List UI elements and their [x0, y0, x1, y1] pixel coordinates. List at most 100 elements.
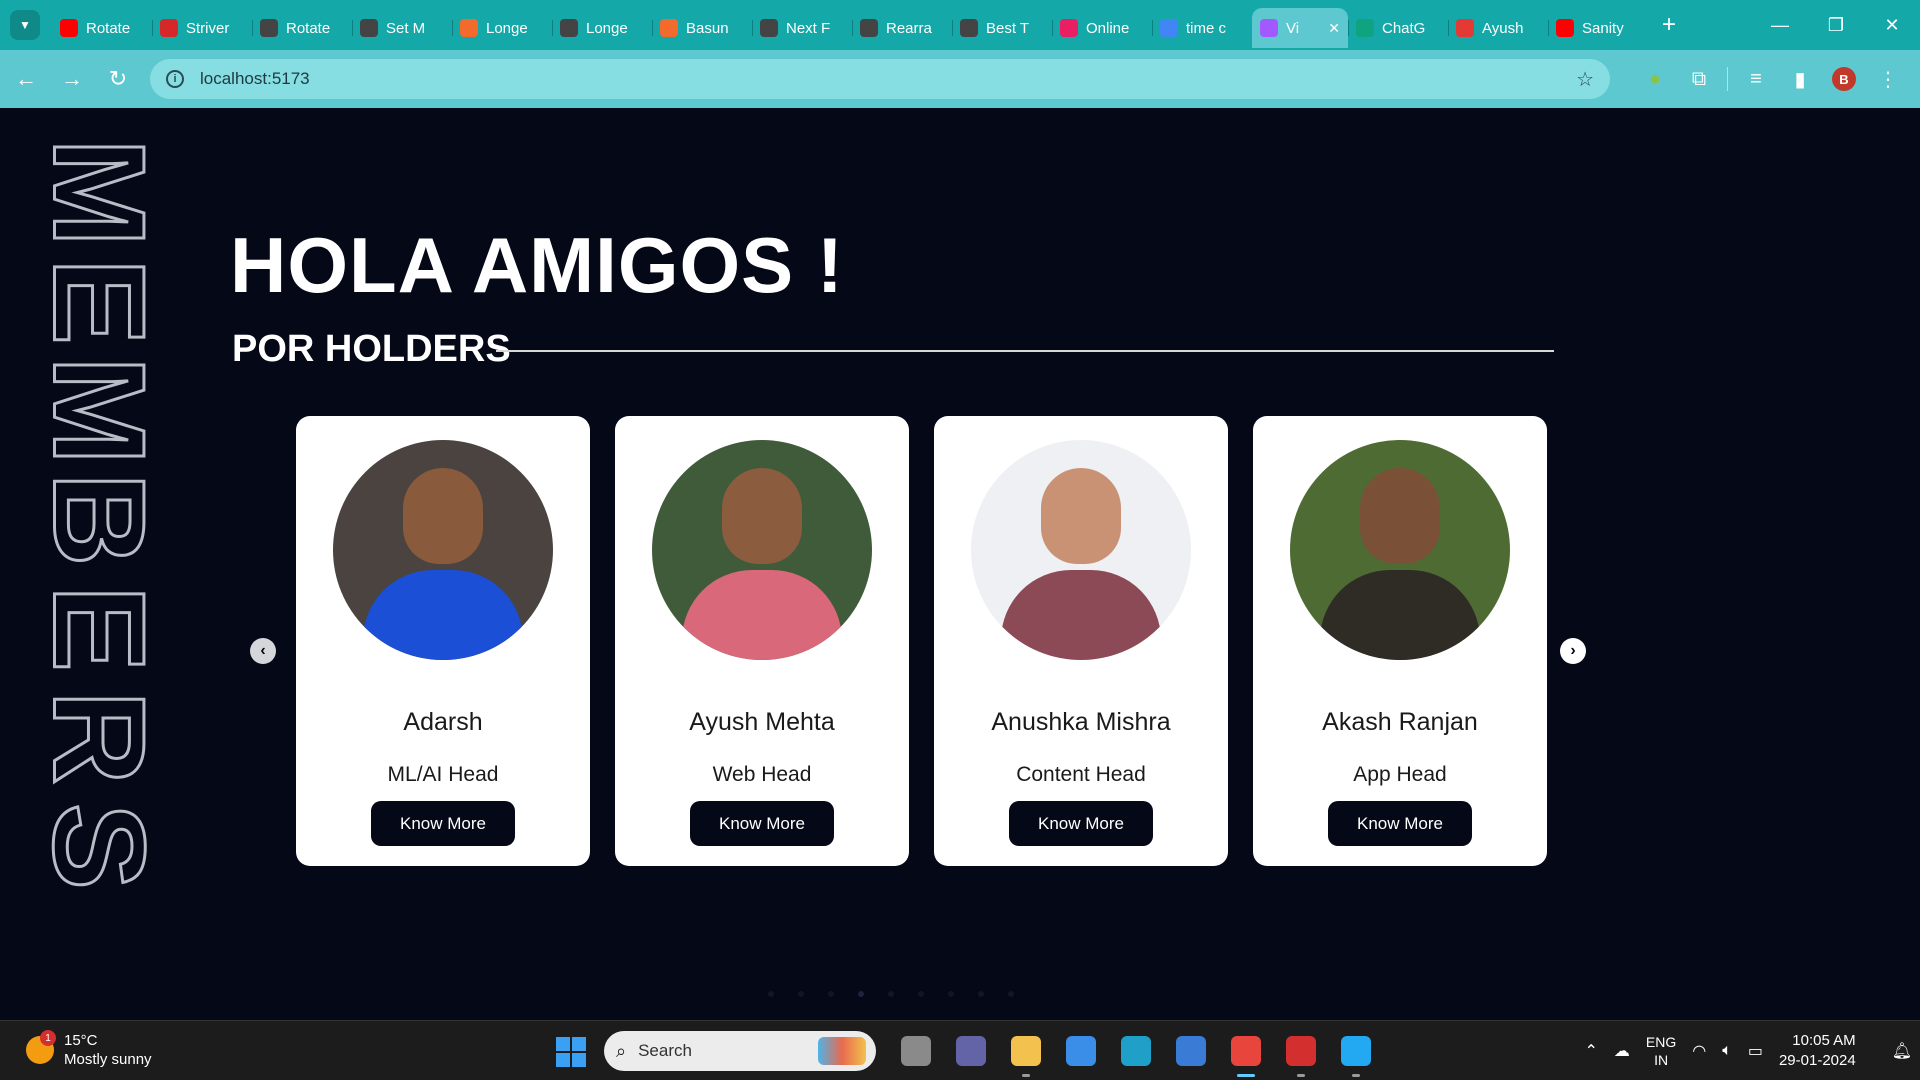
wifi-icon[interactable]: ◠ — [1692, 1041, 1706, 1061]
member-role: App Head — [1353, 763, 1447, 786]
menu-kebab-icon[interactable]: ⋮ — [1866, 59, 1910, 99]
know-more-button[interactable]: Know More — [1009, 801, 1153, 846]
volume-icon[interactable]: 🔈︎ — [1722, 1042, 1732, 1060]
weather-widget[interactable]: 1 15°C Mostly sunny — [26, 1030, 152, 1069]
carousel-prev-arrow-icon[interactable]: ‹ — [250, 638, 276, 664]
member-name: Anushka Mishra — [991, 708, 1171, 736]
back-button[interactable]: ← — [6, 59, 46, 99]
browser-tab[interactable]: Longe — [552, 8, 652, 48]
vertical-title-letter: M — [25, 137, 174, 248]
new-tab-button[interactable]: + — [1662, 11, 1676, 39]
member-card: Anushka Mishra Content Head Know More — [934, 416, 1228, 866]
edge-icon[interactable] — [1108, 1031, 1163, 1071]
carousel-dot[interactable] — [768, 991, 774, 997]
tab-label: Next F — [786, 19, 831, 37]
forward-button[interactable]: → — [52, 59, 92, 99]
extensions-puzzle-icon[interactable]: ⧉ — [1677, 59, 1721, 99]
browser-tab[interactable]: ChatG — [1348, 8, 1448, 48]
leetcode-icon — [960, 19, 978, 37]
member-card: Adarsh ML/AI Head Know More — [296, 416, 590, 866]
python-idle-icon[interactable] — [1163, 1031, 1218, 1071]
start-button-windows-icon[interactable] — [556, 1037, 586, 1067]
browser-tab[interactable]: Basun — [652, 8, 752, 48]
carousel-dot[interactable] — [1008, 991, 1014, 997]
member-role: Content Head — [1016, 763, 1146, 786]
microsoft-store-icon[interactable] — [1053, 1031, 1108, 1071]
browser-tab[interactable]: Online — [1052, 8, 1152, 48]
media-controls-icon[interactable]: ≡ — [1734, 59, 1778, 99]
site-info-icon[interactable]: i — [166, 70, 184, 88]
system-tray: ⌃ ☁ ENG IN ◠ 🔈︎ ▭ 10:05 AM 29-01-2024 🔔︎ — [1577, 1021, 1920, 1080]
browser-tab[interactable]: Set M — [352, 8, 452, 48]
browser-tab[interactable]: Rotate — [252, 8, 352, 48]
minimize-button[interactable]: — — [1752, 0, 1808, 50]
know-more-button[interactable]: Know More — [371, 801, 515, 846]
tab-label: Rotate — [86, 19, 131, 37]
search-highlight-image — [818, 1037, 866, 1065]
taskbar-apps — [888, 1031, 1383, 1077]
browser-tab[interactable]: Striver — [152, 8, 252, 48]
battery-icon[interactable]: ▭ — [1748, 1041, 1763, 1061]
close-tab-icon[interactable]: ✕ — [1328, 20, 1340, 37]
notifications-bell-icon[interactable]: 🔔︎ — [1892, 1041, 1912, 1061]
member-photo — [971, 440, 1191, 660]
browser-toolbar: ← → ↻ i localhost:5173 ☆ ● ⧉ ≡ ▮ B ⋮ — [0, 50, 1920, 108]
close-window-button[interactable]: ✕ — [1864, 0, 1920, 50]
chatgpt-icon — [1356, 19, 1374, 37]
tab-label: Online — [1086, 19, 1130, 37]
browser-tab[interactable]: time c — [1152, 8, 1252, 48]
carousel-dot[interactable] — [948, 991, 954, 997]
tab-label: Sanity — [1582, 19, 1624, 37]
teams-icon[interactable] — [943, 1031, 998, 1071]
search-placeholder[interactable]: Search — [638, 1041, 692, 1061]
language-indicator[interactable]: ENG IN — [1646, 1033, 1676, 1069]
onedrive-icon[interactable]: ☁ — [1614, 1041, 1630, 1061]
profile-avatar[interactable]: B — [1832, 67, 1856, 91]
task-view-icon[interactable] — [888, 1031, 943, 1071]
bookmark-star-icon[interactable]: ☆ — [1576, 67, 1594, 92]
leetcode-icon — [860, 19, 878, 37]
address-bar[interactable]: i localhost:5173 ☆ — [150, 59, 1610, 99]
carousel-dot[interactable] — [918, 991, 924, 997]
browser-tab[interactable]: Longe — [452, 8, 552, 48]
browser-tab[interactable]: Next F — [752, 8, 852, 48]
know-more-button[interactable]: Know More — [690, 801, 834, 846]
acrobat-icon[interactable] — [1273, 1031, 1328, 1077]
vscode-icon[interactable] — [1328, 1031, 1383, 1077]
file-explorer-icon[interactable] — [998, 1031, 1053, 1077]
chrome-icon[interactable] — [1218, 1031, 1273, 1077]
carousel-dot[interactable] — [978, 991, 984, 997]
member-name: Adarsh — [403, 708, 483, 736]
page-content: MEMBERS HOLA AMIGOS ! POR HOLDERS ‹ Adar… — [0, 108, 1920, 1020]
leetcode-icon — [560, 19, 578, 37]
taskbar-search[interactable]: ⌕ Search — [604, 1031, 876, 1071]
browser-tab[interactable]: Sanity — [1548, 8, 1648, 48]
hero-title: HOLA AMIGOS ! — [230, 221, 844, 309]
show-hidden-icons-chevron-icon[interactable]: ⌃ — [1585, 1041, 1598, 1061]
tab-label: Best T — [986, 19, 1030, 37]
know-more-button[interactable]: Know More — [1328, 801, 1472, 846]
browser-tab[interactable]: Rotate — [52, 8, 152, 48]
vertical-title-letter: S — [25, 802, 174, 892]
carousel-next-arrow-icon[interactable]: › — [1560, 638, 1586, 664]
browser-tab[interactable]: Ayush — [1448, 8, 1548, 48]
tab-label: Rotate — [286, 19, 331, 37]
restore-button[interactable]: ❐ — [1808, 0, 1864, 50]
carousel-dot[interactable] — [828, 991, 834, 997]
side-panel-icon[interactable]: ▮ — [1778, 59, 1822, 99]
carousel-dot[interactable] — [888, 991, 894, 997]
carousel-dot[interactable] — [858, 991, 864, 997]
url-text[interactable]: localhost:5173 — [200, 69, 310, 89]
browser-tab[interactable]: Vi ✕ — [1252, 8, 1348, 48]
carousel-dot[interactable] — [798, 991, 804, 997]
clock-date: 29-01-2024 — [1778, 1052, 1856, 1069]
clock[interactable]: 10:05 AM 29-01-2024 — [1779, 1031, 1856, 1071]
leetcode-icon — [760, 19, 778, 37]
tab-search-button[interactable]: ▼ — [10, 10, 40, 40]
browser-tab[interactable]: Best T — [952, 8, 1052, 48]
tab-label: ChatG — [1382, 19, 1426, 37]
reload-button[interactable]: ↻ — [98, 59, 138, 99]
extension-icon[interactable]: ● — [1633, 59, 1677, 99]
browser-tab[interactable]: Rearra — [852, 8, 952, 48]
tab-label: Ayush — [1482, 19, 1524, 37]
